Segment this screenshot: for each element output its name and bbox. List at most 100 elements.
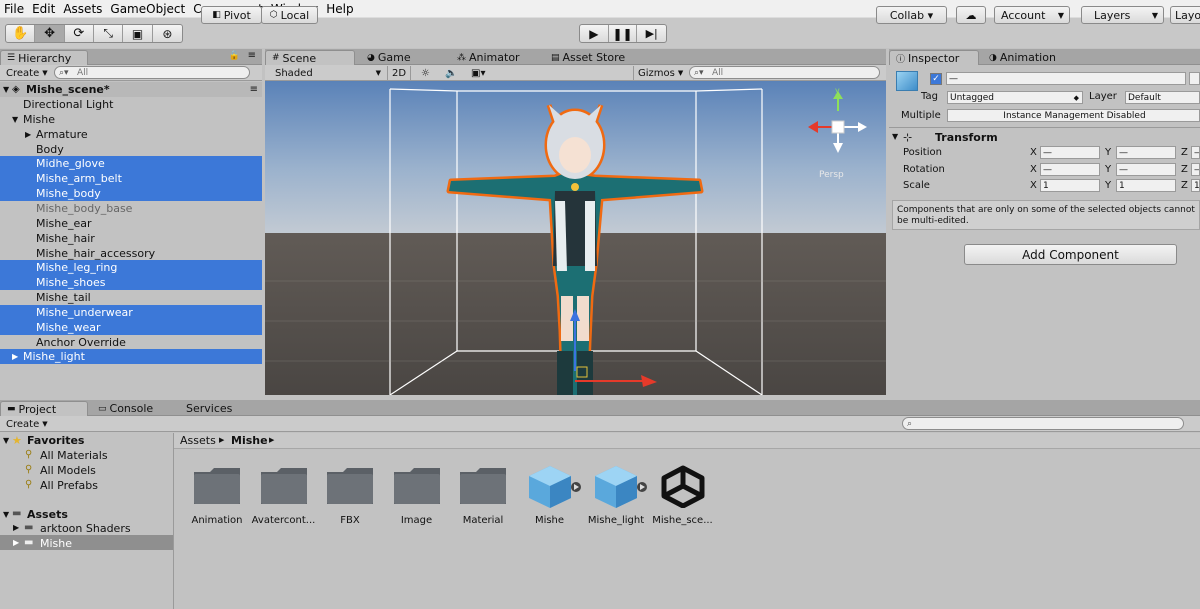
hierarchy-item[interactable]: Mishe_body xyxy=(0,186,262,202)
rotate-tool-icon[interactable]: ⟳ xyxy=(65,25,95,42)
rotation-x-field[interactable]: — xyxy=(1040,163,1100,176)
hierarchy-item[interactable]: Midhe_glove xyxy=(0,156,262,172)
favorite-all-prefabs[interactable]: All Prefabs xyxy=(40,479,98,492)
folder-mishe[interactable]: Mishe xyxy=(40,537,72,550)
expand-arrow-icon[interactable]: ▼ xyxy=(892,132,898,141)
menu-edit[interactable]: Edit xyxy=(28,2,59,16)
splitter[interactable] xyxy=(173,433,174,609)
scale-z-field[interactable]: 1 xyxy=(1191,179,1200,192)
hierarchy-item[interactable]: Mishe_arm_belt xyxy=(0,171,262,187)
rect-tool-icon[interactable]: ▣ xyxy=(123,25,153,42)
folder-icon[interactable] xyxy=(325,464,375,508)
menu-help[interactable]: Help xyxy=(322,2,357,16)
tab-asset-store[interactable]: ▤ Asset Store xyxy=(545,50,631,65)
play-icon[interactable]: ▶ xyxy=(580,25,609,42)
prefab-cube-icon[interactable] xyxy=(591,464,647,508)
account-dropdown[interactable]: Account ▼ xyxy=(994,6,1070,24)
audio-icon[interactable]: 🔈 xyxy=(441,66,461,80)
project-search-input[interactable]: ⌕ xyxy=(902,417,1184,430)
asset-label[interactable]: Material xyxy=(450,515,516,526)
asset-label[interactable]: Mishe_light xyxy=(583,515,649,526)
asset-label[interactable]: Animation xyxy=(184,515,250,526)
hierarchy-item[interactable]: ▼ Mishe xyxy=(0,112,262,127)
asset-label[interactable]: Image xyxy=(384,515,450,526)
collab-button[interactable]: Collab ▾ xyxy=(876,6,947,24)
collapsed-arrow-icon[interactable]: ▶ xyxy=(12,352,18,361)
folder-icon[interactable] xyxy=(392,464,442,508)
rotation-y-field[interactable]: — xyxy=(1116,163,1176,176)
menu-assets[interactable]: Assets xyxy=(59,2,106,16)
lighting-icon[interactable]: ☼ xyxy=(417,66,434,80)
local-button[interactable]: ⬡ Local xyxy=(261,6,318,24)
hierarchy-item[interactable]: Mishe_tail xyxy=(0,290,262,305)
scene-header[interactable]: ▼ ◈ Mishe_scene* ≡ xyxy=(0,82,262,97)
hierarchy-search-input[interactable]: ⌕▾ All xyxy=(54,66,250,79)
breadcrumb-assets[interactable]: Assets xyxy=(180,434,216,447)
persp-label[interactable]: Persp xyxy=(819,170,844,180)
project-create-dropdown[interactable]: Create ▼ xyxy=(2,417,52,431)
move-tool-icon[interactable]: ✥ xyxy=(35,25,65,42)
position-y-field[interactable]: — xyxy=(1116,146,1176,159)
menu-icon[interactable]: ≡ xyxy=(248,50,256,61)
pivot-button[interactable]: ◧ Pivot xyxy=(201,6,262,24)
tab-scene[interactable]: # Scene xyxy=(265,50,355,65)
menu-gameobject[interactable]: GameObject xyxy=(106,2,189,16)
layers-dropdown[interactable]: Layers ▼ xyxy=(1081,6,1164,24)
gizmos-dropdown[interactable]: Gizmos ▼ xyxy=(633,66,687,80)
hierarchy-item[interactable]: Mishe_wear xyxy=(0,319,262,335)
shading-dropdown[interactable]: Shaded ▼ xyxy=(271,66,381,80)
hierarchy-item[interactable]: Mishe_leg_ring xyxy=(0,260,262,276)
layer-dropdown[interactable]: Default xyxy=(1125,91,1200,104)
scene-search-input[interactable]: ⌕▾ All xyxy=(689,66,880,79)
expand-arrow-icon[interactable]: ▼ xyxy=(12,115,18,124)
unity-logo-icon[interactable] xyxy=(658,464,708,509)
multiple-field[interactable]: Instance Management Disabled xyxy=(947,109,1200,122)
step-icon[interactable]: ▶| xyxy=(637,25,666,42)
hierarchy-item[interactable]: Mishe_underwear xyxy=(0,304,262,320)
tag-dropdown[interactable]: Untagged ◆ xyxy=(947,91,1083,104)
hierarchy-item[interactable]: Mishe_shoes xyxy=(0,275,262,291)
hierarchy-item[interactable]: Mishe_body_base xyxy=(0,201,262,216)
hierarchy-item[interactable]: ▶ Mishe_light xyxy=(0,349,262,365)
folder-icon[interactable] xyxy=(259,464,309,508)
tab-services[interactable]: Services xyxy=(180,401,238,416)
tab-console[interactable]: ▭ Console xyxy=(92,401,159,416)
hand-tool-icon[interactable]: ✋ xyxy=(6,25,36,42)
menu-icon[interactable]: ≡ xyxy=(250,84,258,95)
tab-game[interactable]: ◕ Game xyxy=(361,50,417,65)
folder-icon[interactable] xyxy=(192,464,242,508)
position-x-field[interactable]: — xyxy=(1040,146,1100,159)
active-checkbox[interactable]: ✓ xyxy=(930,73,942,85)
layout-dropdown[interactable]: Layo xyxy=(1170,6,1200,24)
hierarchy-item[interactable]: Body xyxy=(0,142,262,157)
asset-label[interactable]: Mishe xyxy=(517,515,583,526)
expand-arrow-icon[interactable]: ▶ xyxy=(13,538,19,547)
hierarchy-item[interactable]: Mishe_hair xyxy=(0,231,262,246)
tab-animation[interactable]: ◑ Animation xyxy=(983,50,1062,65)
hierarchy-item[interactable]: ▶ Armature xyxy=(0,127,262,142)
favorite-all-models[interactable]: All Models xyxy=(40,464,96,477)
hierarchy-item[interactable]: Anchor Override xyxy=(0,335,262,350)
favorite-all-materials[interactable]: All Materials xyxy=(40,449,108,462)
folder-arktoon-shaders[interactable]: arktoon Shaders xyxy=(40,522,131,535)
menu-file[interactable]: File xyxy=(0,2,28,16)
hierarchy-item[interactable]: Mishe_ear xyxy=(0,216,262,231)
scene-viewport[interactable]: y Persp xyxy=(265,81,886,395)
add-component-button[interactable]: Add Component xyxy=(964,244,1177,265)
rotation-z-field[interactable]: — xyxy=(1191,163,1200,176)
scale-x-field[interactable]: 1 xyxy=(1040,179,1100,192)
hierarchy-item[interactable]: Mishe_hair_accessory xyxy=(0,246,262,261)
transform-tool-icon[interactable]: ⊛ xyxy=(153,25,182,42)
tab-animator[interactable]: ⁂ Animator xyxy=(451,50,526,65)
asset-label[interactable]: Avatercont... xyxy=(251,515,317,526)
hierarchy-create-dropdown[interactable]: Create ▼ xyxy=(2,66,52,80)
name-field[interactable]: — xyxy=(946,72,1186,85)
tab-inspector[interactable]: ⓘ Inspector xyxy=(889,50,979,65)
asset-label[interactable]: FBX xyxy=(317,515,383,526)
pause-icon[interactable]: ❚❚ xyxy=(609,25,638,42)
hierarchy-item[interactable]: Directional Light xyxy=(0,97,262,112)
scale-y-field[interactable]: 1 xyxy=(1116,179,1176,192)
cloud-icon[interactable]: ☁ xyxy=(956,6,986,24)
expand-arrow-icon[interactable]: ▶ xyxy=(13,523,19,532)
lock-icon[interactable]: 🔒 xyxy=(229,51,240,61)
